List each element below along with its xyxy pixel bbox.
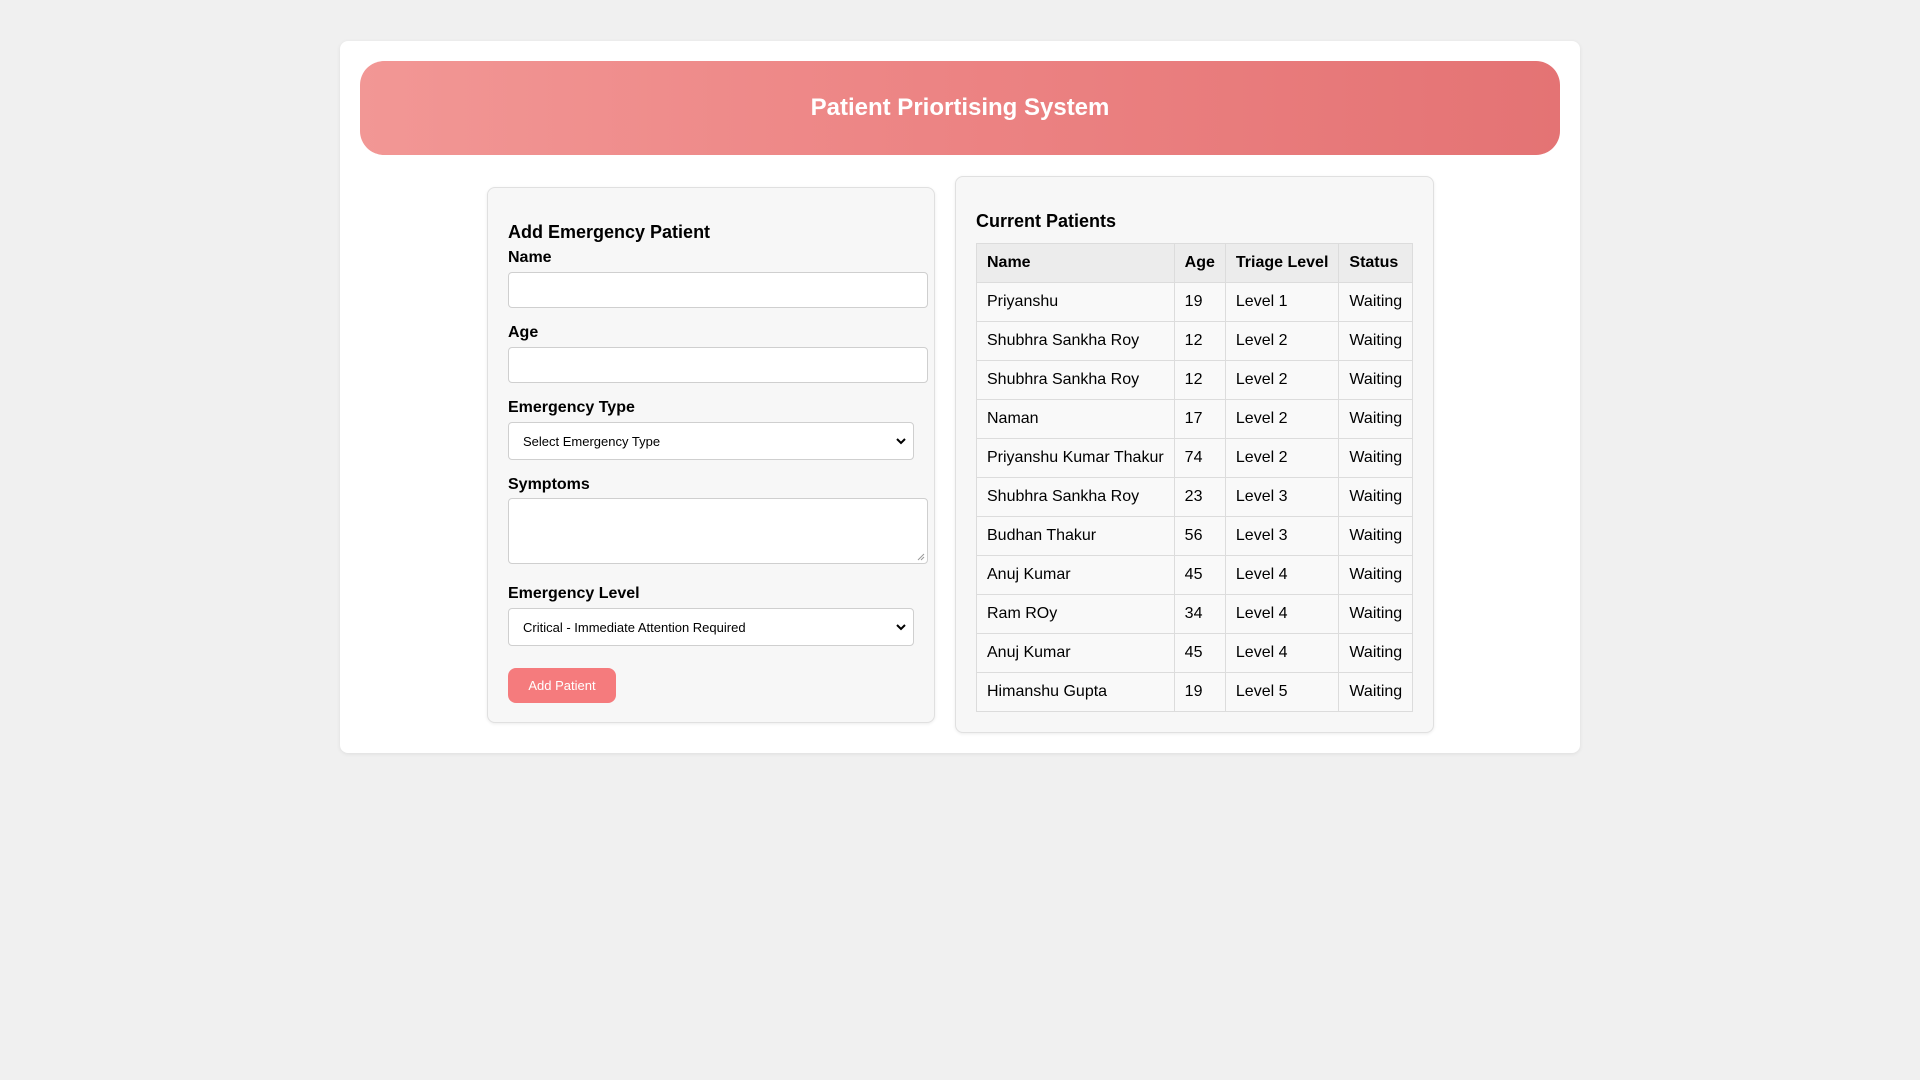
- cell-triage: Level 5: [1224, 672, 1340, 712]
- cell-status: Waiting: [1338, 516, 1414, 556]
- app-container: Patient Priortising System Add Emergency…: [340, 41, 1580, 753]
- column-header-status: Status: [1338, 243, 1414, 283]
- name-label: Name: [508, 249, 552, 266]
- cell-age: 45: [1173, 555, 1226, 595]
- cell-triage: Level 2: [1224, 360, 1340, 400]
- cell-triage: Level 3: [1224, 477, 1340, 517]
- cell-age: 74: [1173, 438, 1226, 478]
- current-patients-panel: Current Patients Name Age Triage Level S…: [955, 176, 1434, 733]
- cell-name: Priyanshu Kumar Thakur: [976, 438, 1175, 478]
- cell-name: Shubhra Sankha Roy: [976, 321, 1175, 361]
- cell-name: Shubhra Sankha Roy: [976, 360, 1175, 400]
- chevron-down-icon: [896, 438, 906, 445]
- page-title: Patient Priortising System: [810, 94, 1110, 121]
- cell-status: Waiting: [1338, 555, 1414, 595]
- table-row: Priyanshu Kumar Thakur 74 Level 2 Waitin…: [976, 438, 1414, 478]
- cell-age: 34: [1173, 594, 1226, 634]
- table-header-row: Name Age Triage Level Status: [976, 243, 1414, 283]
- table-row: Shubhra Sankha Roy 23 Level 3 Waiting: [976, 477, 1414, 517]
- resize-grip-icon[interactable]: [917, 553, 925, 561]
- cell-age: 45: [1173, 633, 1226, 673]
- cell-triage: Level 2: [1224, 399, 1340, 439]
- symptoms-textarea[interactable]: [508, 498, 928, 564]
- cell-name: Budhan Thakur: [976, 516, 1175, 556]
- cell-name: Anuj Kumar: [976, 633, 1175, 673]
- emergency-level-label: Emergency Level: [508, 585, 640, 602]
- table-row: Priyanshu 19 Level 1 Waiting: [976, 282, 1414, 322]
- cell-status: Waiting: [1338, 633, 1414, 673]
- table-row: Ram ROy 34 Level 4 Waiting: [976, 594, 1414, 634]
- table-row: Himanshu Gupta 19 Level 5 Waiting: [976, 672, 1414, 712]
- age-label: Age: [508, 324, 539, 341]
- cell-age: 17: [1173, 399, 1226, 439]
- emergency-type-label: Emergency Type: [508, 399, 635, 416]
- column-header-name: Name: [976, 243, 1175, 283]
- cell-status: Waiting: [1338, 399, 1414, 439]
- age-input[interactable]: [508, 347, 928, 383]
- table-row: Budhan Thakur 56 Level 3 Waiting: [976, 516, 1414, 556]
- cell-triage: Level 1: [1224, 282, 1340, 322]
- table-row: Anuj Kumar 45 Level 4 Waiting: [976, 633, 1414, 673]
- cell-name: Shubhra Sankha Roy: [976, 477, 1175, 517]
- cell-triage: Level 3: [1224, 516, 1340, 556]
- cell-name: Naman: [976, 399, 1175, 439]
- header-banner: Patient Priortising System: [360, 61, 1560, 155]
- emergency-type-selected: Select Emergency Type: [523, 433, 661, 449]
- chevron-down-icon: [896, 624, 906, 631]
- cell-triage: Level 2: [1224, 438, 1340, 478]
- add-patient-form: Add Emergency Patient Name Age Emergency…: [487, 187, 935, 723]
- cell-name: Ram ROy: [976, 594, 1175, 634]
- cell-status: Waiting: [1338, 477, 1414, 517]
- column-header-triage: Triage Level: [1224, 243, 1340, 283]
- cell-triage: Level 4: [1224, 555, 1340, 595]
- cell-triage: Level 4: [1224, 633, 1340, 673]
- cell-age: 23: [1173, 477, 1226, 517]
- column-header-age: Age: [1173, 243, 1226, 283]
- cell-age: 56: [1173, 516, 1226, 556]
- emergency-level-select[interactable]: Critical - Immediate Attention Required: [508, 608, 914, 646]
- form-title: Add Emergency Patient: [508, 222, 711, 242]
- cell-age: 12: [1173, 360, 1226, 400]
- cell-triage: Level 2: [1224, 321, 1340, 361]
- emergency-type-select[interactable]: Select Emergency Type: [508, 422, 914, 460]
- table-row: Shubhra Sankha Roy 12 Level 2 Waiting: [976, 321, 1414, 361]
- cell-status: Waiting: [1338, 360, 1414, 400]
- name-input[interactable]: [508, 272, 928, 308]
- cell-age: 19: [1173, 282, 1226, 322]
- cell-age: 12: [1173, 321, 1226, 361]
- emergency-level-selected: Critical - Immediate Attention Required: [523, 619, 746, 635]
- cell-name: Anuj Kumar: [976, 555, 1175, 595]
- patients-table: Name Age Triage Level Status Priyanshu 1…: [976, 243, 1414, 712]
- patients-title: Current Patients: [976, 211, 1117, 231]
- cell-name: Himanshu Gupta: [976, 672, 1175, 712]
- table-row: Anuj Kumar 45 Level 4 Waiting: [976, 555, 1414, 595]
- cell-status: Waiting: [1338, 282, 1414, 322]
- cell-name: Priyanshu: [976, 282, 1175, 322]
- cell-status: Waiting: [1338, 438, 1414, 478]
- table-row: Naman 17 Level 2 Waiting: [976, 399, 1414, 439]
- table-row: Shubhra Sankha Roy 12 Level 2 Waiting: [976, 360, 1414, 400]
- cell-age: 19: [1173, 672, 1226, 712]
- symptoms-label: Symptoms: [508, 476, 590, 493]
- cell-triage: Level 4: [1224, 594, 1340, 634]
- cell-status: Waiting: [1338, 594, 1414, 634]
- cell-status: Waiting: [1338, 321, 1414, 361]
- cell-status: Waiting: [1338, 672, 1414, 712]
- add-patient-button[interactable]: Add Patient: [508, 668, 616, 703]
